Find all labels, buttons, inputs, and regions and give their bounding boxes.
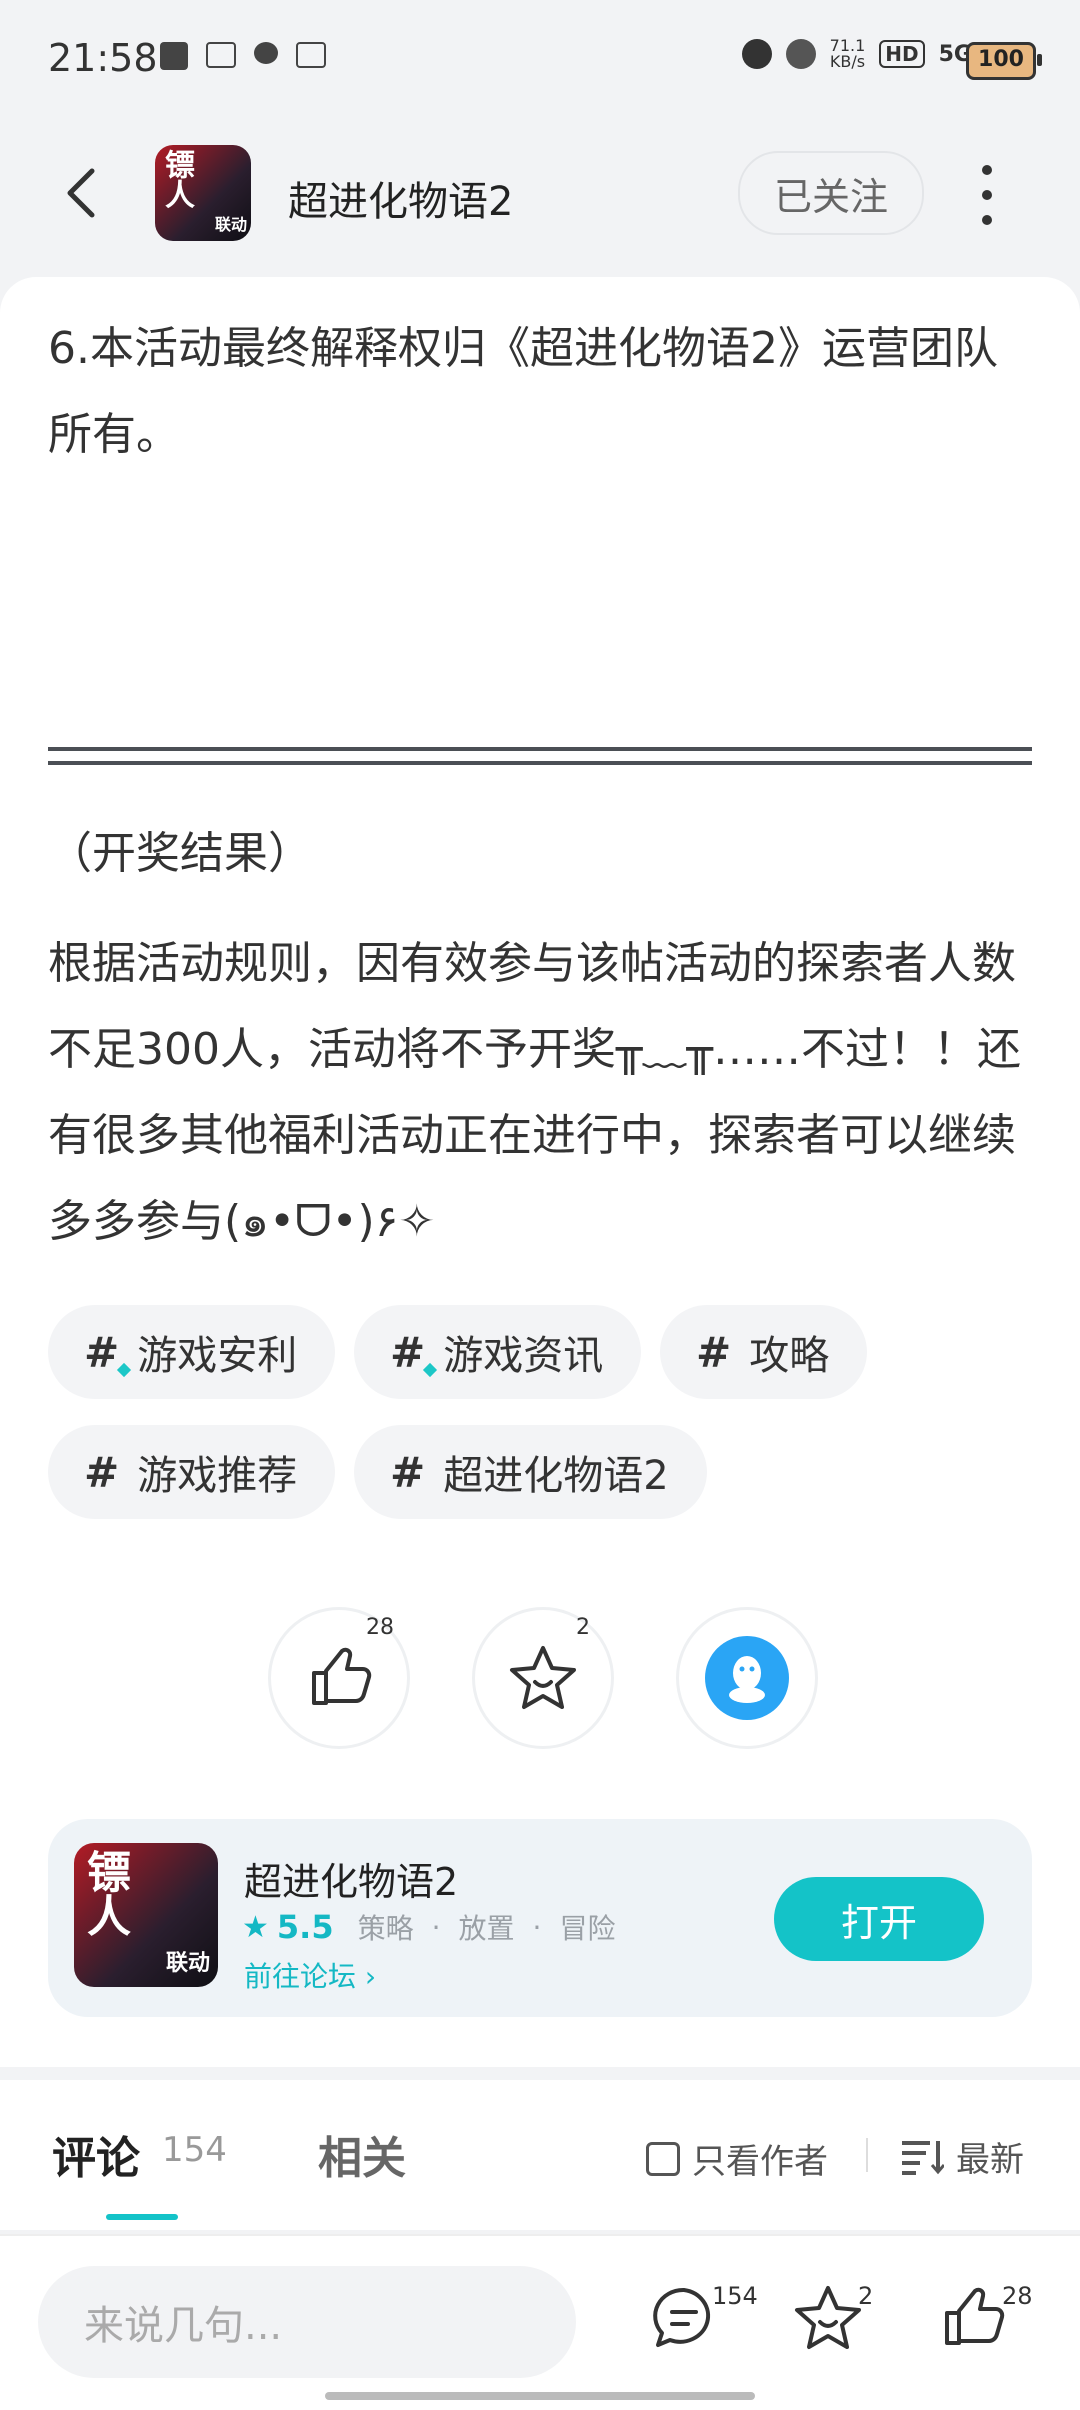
bottom-bar: 来说几句... 154 2 28 — [0, 2234, 1080, 2410]
active-tab-indicator — [106, 2214, 178, 2220]
tag-chip[interactable]: # 游戏资讯 — [354, 1305, 642, 1399]
results-body: 根据活动规则，因有效参与该帖活动的探索者人数不足300人，活动将不予开奖╥﹏╥…… — [48, 938, 1021, 1247]
tab-comments[interactable]: 评论 — [52, 2122, 140, 2186]
genre: 放置 — [458, 1912, 515, 1945]
genre: 冒险 — [559, 1912, 616, 1945]
comment-tabs: 评论 154 相关 只看作者 最新 — [0, 2080, 1080, 2230]
comment-bubble-icon — [653, 2287, 711, 2347]
tag-chip[interactable]: # 攻略 — [660, 1305, 868, 1399]
net-speed: 71.1 KB/s — [829, 36, 866, 71]
checkbox-icon — [646, 2141, 680, 2176]
thumbs-up-icon — [312, 1647, 372, 1705]
battery-icon: 100 — [966, 42, 1042, 80]
game-name: 超进化物语2 — [244, 1860, 459, 1904]
like-count: 28 — [366, 1615, 394, 1640]
alarm-icon — [741, 39, 772, 69]
sort-icon — [902, 2140, 944, 2175]
app-notification-icon-2 — [296, 42, 326, 68]
page-title[interactable]: 超进化物语2 — [288, 169, 513, 227]
status-time: 21:58 — [48, 36, 158, 80]
favorite-bottom-count: 2 — [858, 2282, 874, 2310]
tag-chip[interactable]: # 超进化物语2 — [354, 1425, 707, 1519]
tag-chip[interactable]: # 游戏安利 — [48, 1305, 336, 1399]
rule-6-text: 6.本活动最终解释权归《超进化物语2》运营团队所有。 — [48, 323, 998, 460]
like-bottom-button[interactable] — [932, 2278, 1012, 2358]
back-button[interactable] — [56, 163, 106, 223]
hd-icon: HD — [879, 40, 925, 68]
qq-icon — [705, 1636, 789, 1720]
hashtag-icon: # — [390, 1328, 438, 1377]
game-avatar[interactable]: 镖人 联动 — [155, 145, 251, 241]
game-meta: ★ 5.5 策略 · 放置 · 冒险 — [242, 1907, 615, 1947]
open-game-button[interactable]: 打开 — [774, 1877, 984, 1961]
star-icon — [510, 1646, 576, 1709]
game-score: 5.5 — [276, 1908, 334, 1946]
home-indicator[interactable] — [325, 2392, 755, 2400]
genre: 策略 — [357, 1912, 414, 1945]
hashtag-icon: # — [84, 1447, 120, 1497]
chevron-left-icon — [67, 168, 95, 218]
results-title: （开奖结果） — [48, 828, 312, 879]
post-content: 6.本活动最终解释权归《超进化物语2》运营团队所有。 （开奖结果） 根据活动规则… — [0, 277, 1080, 2067]
comments-count: 154 — [162, 2130, 227, 2170]
divider — [48, 747, 1032, 765]
chevron-right-icon: › — [364, 1960, 377, 1993]
game-card[interactable]: 镖人 联动 超进化物语2 ★ 5.5 策略 · 放置 · 冒险 前往论坛 › 打… — [48, 1819, 1032, 2017]
author-only-toggle[interactable]: 只看作者 — [646, 2134, 828, 2183]
comment-input[interactable]: 来说几句... — [38, 2266, 576, 2378]
hashtag-icon: # — [696, 1327, 732, 1377]
tab-related[interactable]: 相关 — [318, 2122, 406, 2186]
hashtag-icon: # — [84, 1328, 132, 1377]
mute-icon — [785, 39, 816, 69]
forum-link[interactable]: 前往论坛 › — [244, 1955, 376, 1995]
more-menu-icon[interactable] — [972, 165, 1002, 225]
favorite-count: 2 — [576, 1615, 590, 1640]
notification-icons — [160, 42, 326, 70]
top-bar: 镖人 联动 超进化物语2 已关注 — [0, 125, 1080, 255]
share-qq-button[interactable] — [676, 1607, 818, 1749]
game-card-icon: 镖人 联动 — [74, 1843, 218, 1987]
hashtag-icon: # — [390, 1447, 426, 1497]
follow-button[interactable]: 已关注 — [738, 151, 924, 235]
comment-count: 154 — [712, 2282, 758, 2310]
favorite-bottom-button[interactable] — [788, 2278, 868, 2358]
heart-icon — [254, 42, 278, 64]
dot-separator: · — [532, 1910, 542, 1944]
tag-chip[interactable]: # 游戏推荐 — [48, 1425, 336, 1519]
thumbs-up-icon — [945, 2287, 1005, 2345]
clipboard-icon — [160, 42, 188, 70]
divider — [866, 2138, 868, 2172]
status-right: 71.1 KB/s HD 5G — [741, 36, 972, 71]
sort-button[interactable]: 最新 — [900, 2132, 1024, 2181]
like-bottom-count: 28 — [1002, 2282, 1033, 2310]
app-notification-icon — [206, 42, 236, 68]
dot-separator: · — [431, 1910, 441, 1944]
star-icon — [795, 2286, 861, 2349]
favorite-button[interactable] — [472, 1607, 614, 1749]
rating-star-icon: ★ — [242, 1909, 269, 1945]
status-bar: 21:58 71.1 KB/s HD 5G 100 — [0, 0, 1080, 125]
